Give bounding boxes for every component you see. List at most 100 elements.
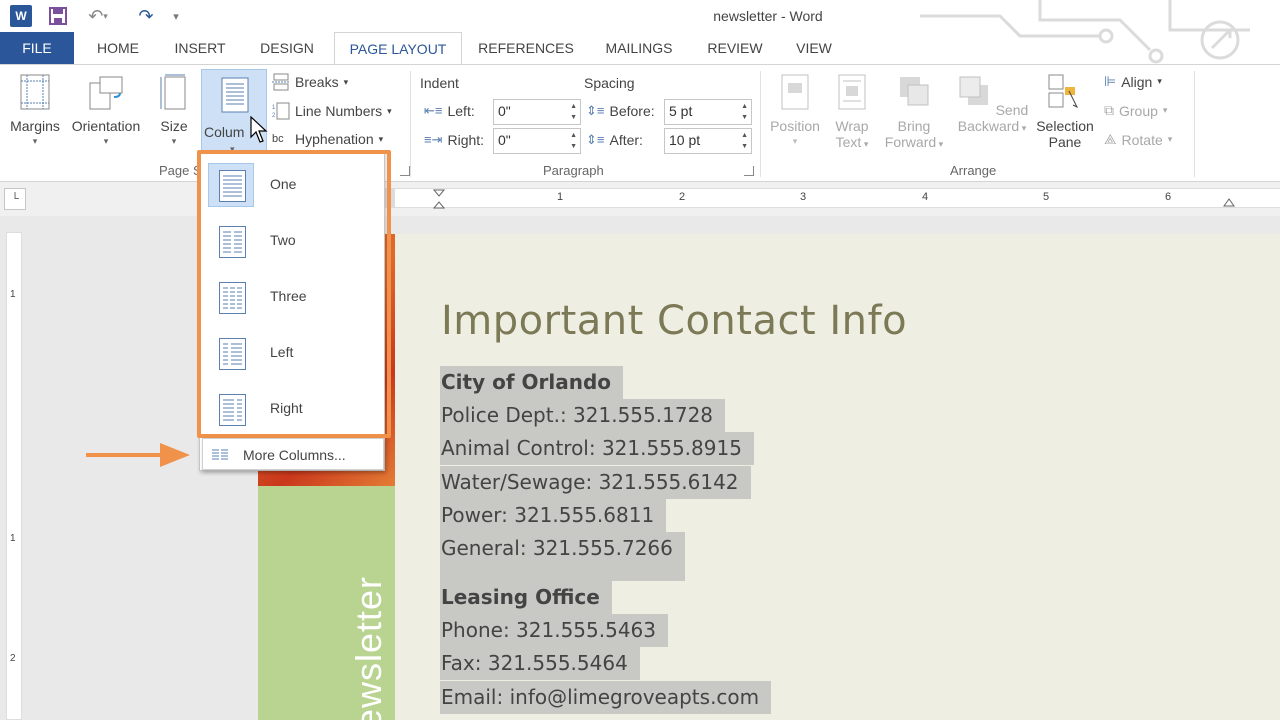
group-icon: ⧉ [1104,102,1114,118]
sidebar-title: Newsletter [266,546,386,720]
contact-line: General: 321.555.7266 [440,532,685,581]
orientation-button[interactable]: Orientation ▾ [66,73,146,147]
selection-pane-button[interactable]: Selection Pane [1032,73,1098,150]
rotate-icon: ⟁ [1104,131,1117,147]
paragraph-group-label: Paragraph [543,163,604,178]
wrap-text-button[interactable]: Wrap Text ▾ [830,73,874,150]
indent-marker-icon[interactable] [433,189,445,209]
margins-button[interactable]: Margins ▾ [6,73,64,147]
group-button[interactable]: ⧉ Group ▾ [1104,102,1167,119]
page-setup-launcher-icon[interactable] [400,166,410,176]
ruler-number: 4 [922,191,929,203]
orientation-icon [89,76,123,110]
contact-line: Animal Control: 321.555.8915 [440,432,754,465]
tab-review[interactable]: REVIEW [700,32,770,64]
size-label: Size [160,118,188,134]
vertical-ruler-number: 2 [10,653,16,664]
vertical-ruler-number: 1 [10,289,16,300]
sidebar-title-text: Newsletter [348,575,386,720]
tab-home[interactable]: HOME [86,32,150,64]
arrange-group-label: Arrange [950,163,997,178]
spacing-after-input[interactable]: 10 pt ▲ ▼ [664,128,752,154]
tab-view[interactable]: VIEW [786,32,842,64]
contact-line: Water/Sewage: 321.555.6142 [440,466,751,499]
more-columns-label: More Columns... [243,447,346,463]
indent-left-input[interactable]: 0" ▲ ▼ [493,99,581,125]
line-numbers-label: Line Numbers [295,103,383,119]
tab-mailings[interactable]: MAILINGS [594,32,684,64]
tab-selector-button[interactable]: └ [4,188,26,210]
send-backward-button[interactable]: Send Backward ▾ [952,73,1032,134]
selection-pane-icon [1048,74,1079,109]
contact-line: Email: info@limegroveapts.com [440,681,772,714]
indent-left-icon: ⇤≡ [424,103,443,118]
tab-insert[interactable]: INSERT [166,32,234,64]
contact-line: Power: 321.555.6811 [440,499,667,532]
indent-right-input[interactable]: 0" ▲ ▼ [493,128,581,154]
spacing-label: Spacing [584,75,635,91]
bring-forward-button[interactable]: Bring Forward ▾ [878,73,950,150]
send-backward-icon [959,76,988,105]
spacing-before-input[interactable]: 5 pt ▲ ▼ [664,99,752,125]
line-numbers-button[interactable]: 12 Line Numbers ▾ [272,102,392,120]
ruler-number: 5 [1043,191,1050,203]
ruler-area: └ 1 2 3 4 5 6 [0,182,1280,216]
pointer-arrow-icon [86,443,190,467]
hyphenation-button[interactable]: bc Hyphenation ▾ [272,131,383,147]
wrap-text-icon [838,74,866,110]
size-button[interactable]: Size ▾ [152,73,196,147]
indent-label: Indent [420,75,459,91]
spacing-after-label: ⇕≡ After: [586,132,643,148]
tab-file[interactable]: FILE [0,32,74,64]
svg-text:1: 1 [272,105,276,111]
size-icon [160,74,186,110]
mouse-cursor-icon [250,116,268,143]
indent-right-icon: ≡⇥ [424,132,443,147]
position-button[interactable]: Position ▾ [764,73,826,147]
group-divider [410,71,411,177]
indent-left-label: ⇤≡ Left: [424,103,475,119]
hyphenation-label: Hyphenation [295,131,374,147]
spacing-after-icon: ⇕≡ [586,132,605,147]
margins-icon [20,74,50,110]
contact-line: Leasing Office [440,581,612,614]
contact-line: City of Orlando [440,366,624,399]
align-button[interactable]: ⊫ Align ▾ [1104,73,1162,90]
hyphenation-icon: bc [272,133,284,145]
ruler-number: 3 [800,191,807,203]
group-divider [1194,71,1195,177]
spacing-before-icon: ⇕≡ [586,103,605,118]
columns-icon [221,77,249,113]
breaks-label: Breaks [295,74,339,90]
contact-line: Fax: 321.555.5464 [440,647,640,680]
paragraph-launcher-icon[interactable] [744,166,754,176]
ruler-number: 2 [679,191,686,203]
columns-label: Colum [204,124,245,140]
line-numbers-icon: 12 [272,102,290,120]
tab-page-layout[interactable]: PAGE LAYOUT [334,32,462,65]
vertical-ruler[interactable]: 1 1 2 [6,232,22,720]
page-setup-group-label: Page S [159,163,202,178]
vertical-ruler-number: 1 [10,533,16,544]
right-indent-marker-icon[interactable] [1223,195,1235,207]
group-divider [760,71,761,177]
tab-design[interactable]: DESIGN [250,32,324,64]
align-icon: ⊫ [1104,73,1117,89]
tab-references[interactable]: REFERENCES [474,32,578,64]
more-columns-button[interactable]: More Columns... [202,438,384,470]
more-columns-icon [212,449,228,460]
contact-line: Police Dept.: 321.555.1728 [440,399,726,432]
bring-forward-icon [900,77,929,106]
breaks-icon [272,73,290,91]
ribbon: Margins ▾ Orientation ▾ Size ▾ Colum ▾ B… [0,64,1280,182]
contact-heading: Important Contact Info [441,298,908,344]
breaks-button[interactable]: Breaks ▾ [272,73,348,91]
ruler-number: 6 [1165,191,1172,203]
svg-text:2: 2 [272,113,276,119]
ruler-number: 1 [557,191,564,203]
rotate-button[interactable]: ⟁ Rotate ▾ [1104,131,1172,148]
indent-right-label: ≡⇥ Right: [424,132,485,148]
contact-line: Phone: 321.555.5463 [440,614,669,647]
horizontal-ruler[interactable]: 1 2 3 4 5 6 [395,188,1280,209]
margins-label: Margins [10,118,60,134]
